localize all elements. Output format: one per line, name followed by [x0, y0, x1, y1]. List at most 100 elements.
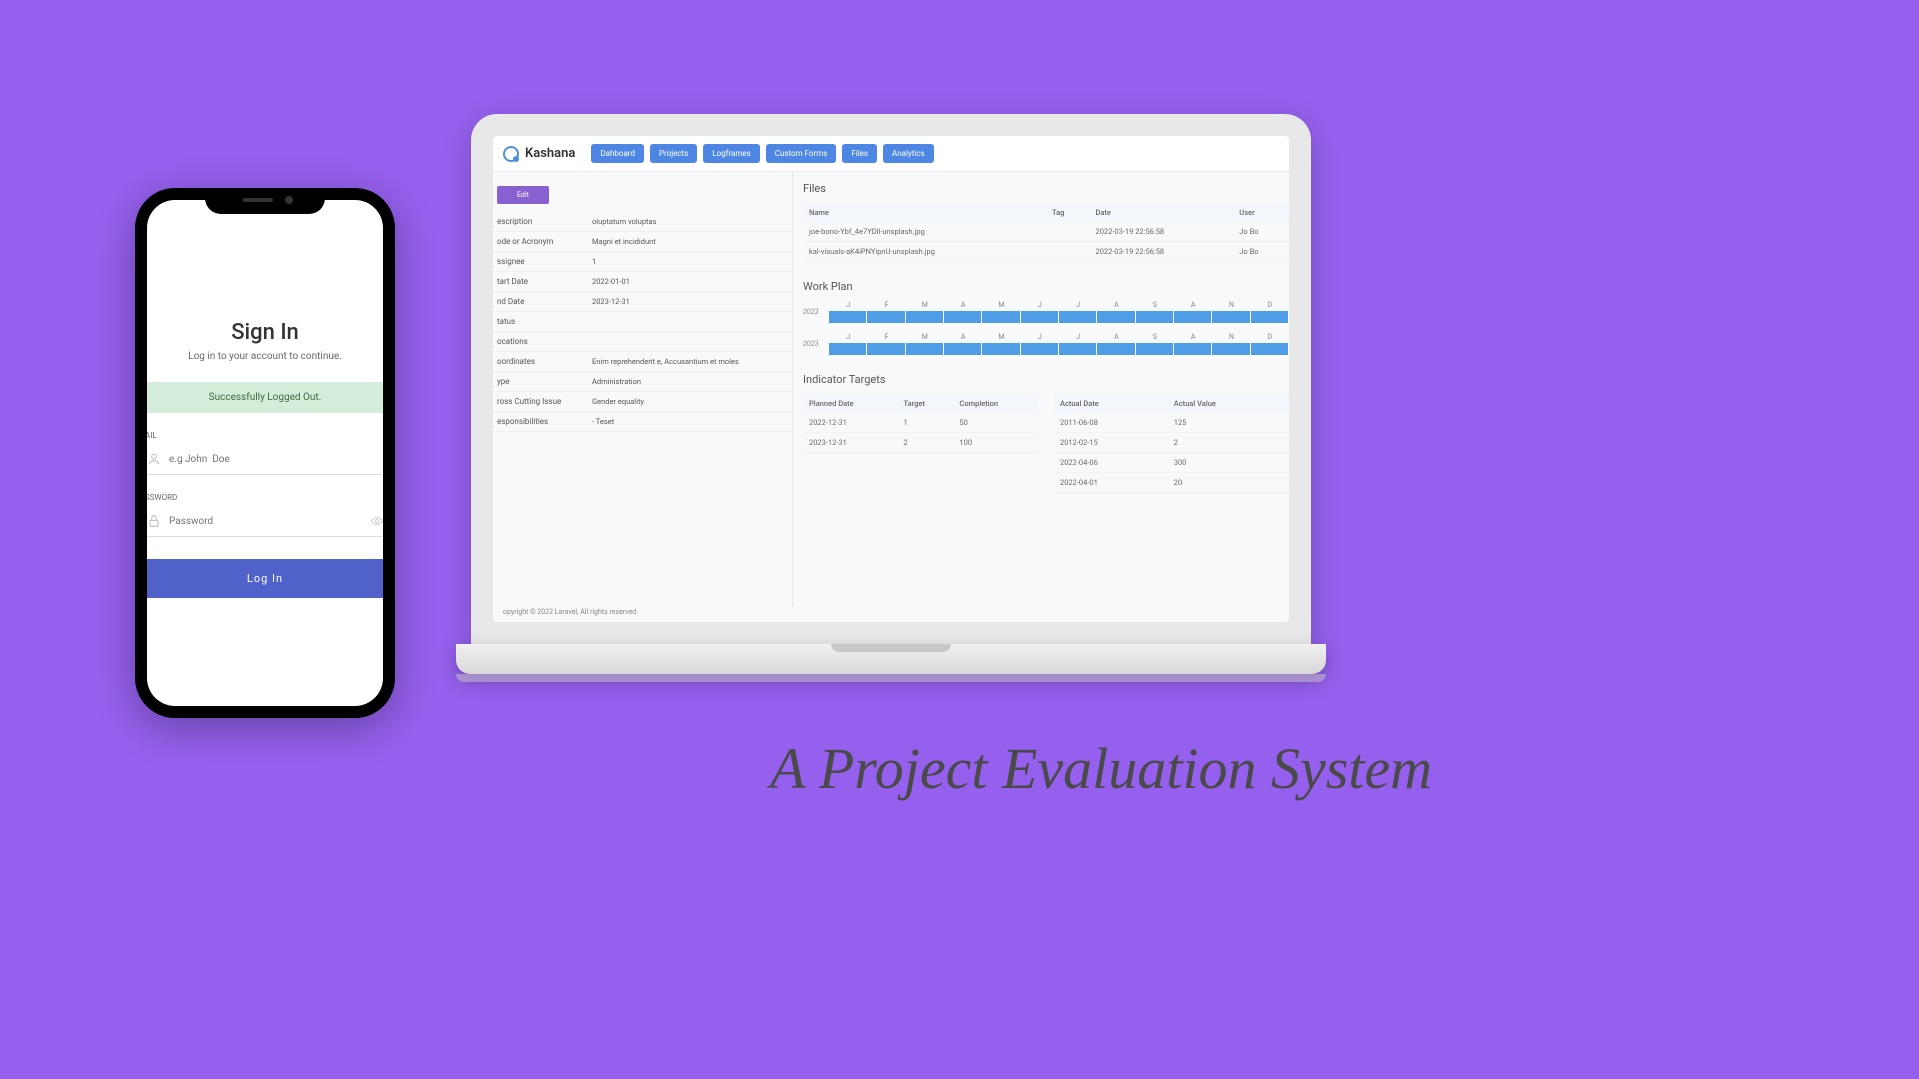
workplan-month-label: M: [982, 333, 1020, 341]
email-input[interactable]: [169, 454, 383, 465]
table-row[interactable]: 2022-04-0120: [1054, 473, 1289, 493]
workplan-cell[interactable]: [1212, 343, 1250, 355]
email-section: AIL: [147, 431, 383, 475]
workplan-cell[interactable]: [982, 343, 1020, 355]
workplan-month-label: J: [1059, 301, 1097, 309]
phone-notch: [205, 188, 325, 214]
workplan-cell[interactable]: [1251, 343, 1289, 355]
workplan-cell[interactable]: [829, 311, 867, 323]
planned-table: Planned Date Target Completion 2022-12-3…: [803, 394, 1038, 453]
workplan-cell[interactable]: [1136, 311, 1174, 323]
signin-subtitle: Log in to your account to continue.: [147, 351, 383, 362]
password-input[interactable]: [169, 516, 371, 527]
table-row[interactable]: kal-visuals-aK4iPNYipnU-unsplash.jpg2022…: [803, 242, 1289, 262]
workplan-year-row: 2023JFMAMJJASAND: [803, 333, 1289, 355]
tab-custom-forms[interactable]: Custom Forms: [766, 144, 837, 163]
password-input-row[interactable]: [147, 506, 383, 537]
actual-date: 2012-02-15: [1054, 433, 1168, 453]
table-row[interactable]: 2023-12-312100: [803, 433, 1038, 453]
actual-table: Actual Date Actual Value 2011-06-0812520…: [1054, 394, 1289, 493]
planned-col-completion: Completion: [953, 394, 1038, 413]
table-row[interactable]: 2011-06-08125: [1054, 413, 1289, 433]
table-row[interactable]: 2012-02-152: [1054, 433, 1289, 453]
tab-logframes[interactable]: Logframes: [703, 144, 759, 163]
workplan-month-label: J: [829, 333, 867, 341]
login-button[interactable]: Log In: [147, 559, 383, 598]
tab-projects[interactable]: Projects: [650, 144, 697, 163]
eye-icon[interactable]: [371, 515, 383, 527]
planned-target: 1: [898, 413, 954, 433]
detail-key: oordinates: [497, 357, 592, 366]
tab-analytics[interactable]: Analytics: [883, 144, 934, 163]
tab-dashboard[interactable]: Dahboard: [591, 144, 644, 163]
detail-key: esponsibilities: [497, 417, 592, 426]
actual-targets: Actual Date Actual Value 2011-06-0812520…: [1054, 394, 1289, 493]
workplan-cell[interactable]: [1174, 343, 1212, 355]
actual-value: 125: [1168, 413, 1289, 433]
file-name: joe-bono-Ybf_4e7YDll-unsplash.jpg: [803, 222, 1046, 242]
workplan-cell[interactable]: [982, 311, 1020, 323]
detail-row: nd Date2023-12-31: [493, 292, 792, 312]
detail-val: - Teset: [592, 417, 788, 426]
workplan-month-label: J: [1021, 333, 1059, 341]
email-input-row[interactable]: [147, 444, 383, 475]
laptop-foot: [456, 674, 1326, 682]
file-tag: [1046, 222, 1089, 242]
workplan-month-label: A: [944, 301, 982, 309]
app-name: Kashana: [525, 146, 575, 161]
table-row[interactable]: 2022-12-31150: [803, 413, 1038, 433]
table-row[interactable]: joe-bono-Ybf_4e7YDll-unsplash.jpg2022-03…: [803, 222, 1289, 242]
detail-val: 1: [592, 257, 788, 266]
detail-val: [592, 317, 788, 326]
detail-row: tart Date2022-01-01: [493, 272, 792, 292]
detail-row: ssignee1: [493, 252, 792, 272]
workplan-cell[interactable]: [867, 343, 905, 355]
table-row[interactable]: 2022-04-06300: [1054, 453, 1289, 473]
workplan-cell[interactable]: [1212, 311, 1250, 323]
app-footer: opyright © 2022 Laravel, All rights rese…: [503, 608, 638, 616]
detail-row: ypeAdministration: [493, 372, 792, 392]
file-user: Jo Bo: [1233, 222, 1289, 242]
workplan-cell[interactable]: [1136, 343, 1174, 355]
detail-key: ocations: [497, 337, 592, 346]
workplan-cell[interactable]: [944, 311, 982, 323]
workplan-cell[interactable]: [1097, 343, 1135, 355]
workplan-cell[interactable]: [829, 343, 867, 355]
tab-files[interactable]: Files: [842, 144, 877, 163]
detail-key: tart Date: [497, 277, 592, 286]
actual-value: 20: [1168, 473, 1289, 493]
workplan-cell[interactable]: [906, 311, 944, 323]
workplan-cell[interactable]: [1174, 311, 1212, 323]
files-col-date: Date: [1089, 203, 1233, 222]
workplan-cell[interactable]: [1059, 311, 1097, 323]
phone-screen: Sign In Log in to your account to contin…: [147, 200, 383, 706]
workplan-cell[interactable]: [1251, 311, 1289, 323]
detail-key: nd Date: [497, 297, 592, 306]
files-col-tag: Tag: [1046, 203, 1089, 222]
password-label: SSWORD: [147, 493, 383, 502]
workplan-cell[interactable]: [944, 343, 982, 355]
workplan-cell[interactable]: [1021, 343, 1059, 355]
workplan-month-label: S: [1136, 301, 1174, 309]
workplan-cell[interactable]: [906, 343, 944, 355]
actual-date: 2022-04-01: [1054, 473, 1168, 493]
file-user: Jo Bo: [1233, 242, 1289, 262]
workplan-cell[interactable]: [1021, 311, 1059, 323]
detail-val: Gender equality: [592, 397, 788, 406]
workplan-month-label: N: [1212, 301, 1250, 309]
workplan-grid: JFMAMJJASAND: [829, 301, 1289, 323]
edit-button[interactable]: Edit: [497, 186, 549, 204]
planned-col-date: Planned Date: [803, 394, 898, 413]
file-name: kal-visuals-aK4iPNYipnU-unsplash.jpg: [803, 242, 1046, 262]
workplan-cell[interactable]: [1097, 311, 1135, 323]
workplan-month-label: D: [1251, 301, 1289, 309]
actual-value: 2: [1168, 433, 1289, 453]
email-label: AIL: [147, 431, 383, 440]
workplan-bar: [829, 311, 1289, 323]
detail-val: 2022-01-01: [592, 277, 788, 286]
detail-row: oordinatesEnim reprehenderit e, Accusant…: [493, 352, 792, 372]
planned-target: 2: [898, 433, 954, 453]
workplan-cell[interactable]: [867, 311, 905, 323]
workplan-cell[interactable]: [1059, 343, 1097, 355]
detail-key: ype: [497, 377, 592, 386]
